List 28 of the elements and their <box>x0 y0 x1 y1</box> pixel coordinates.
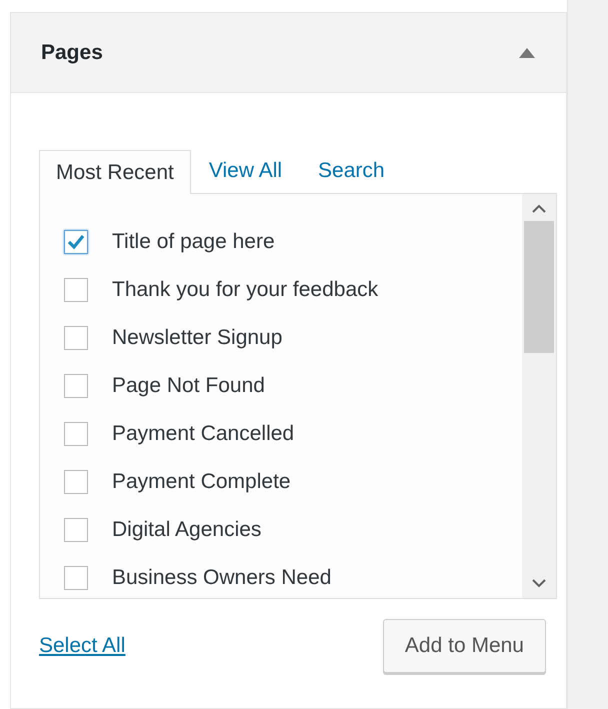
tab[interactable]: Most Recent <box>39 150 191 194</box>
checkbox[interactable] <box>64 470 88 494</box>
checkbox[interactable] <box>64 422 88 446</box>
add-to-menu-button[interactable]: Add to Menu <box>382 619 546 673</box>
page-label: Title of page here <box>112 229 275 256</box>
page-label: Payment Complete <box>112 469 291 496</box>
page-label: Newsletter Signup <box>112 325 282 352</box>
collapse-arrow-icon[interactable] <box>518 46 536 58</box>
page-label: Digital Agencies <box>112 517 262 544</box>
panel-title: Pages <box>41 40 103 66</box>
checkbox[interactable] <box>64 566 88 590</box>
tab[interactable]: View All <box>190 149 300 193</box>
checkbox[interactable] <box>64 518 88 542</box>
checkbox[interactable] <box>64 230 88 254</box>
checkbox[interactable] <box>64 278 88 302</box>
page-label: Thank you for your feedback <box>112 277 378 304</box>
scroll-down-icon[interactable] <box>532 579 546 588</box>
scroll-up-icon[interactable] <box>532 204 546 213</box>
select-all-link[interactable]: Select All <box>39 630 126 662</box>
scrollbar[interactable] <box>522 194 556 598</box>
page-label: Payment Cancelled <box>112 421 294 448</box>
checkbox[interactable] <box>64 326 88 350</box>
page-label: Business Owners Need <box>112 565 332 592</box>
checkbox[interactable] <box>64 374 88 398</box>
checkmark-icon <box>67 234 85 250</box>
scroll-thumb[interactable] <box>524 221 554 353</box>
page-label: Page Not Found <box>112 373 265 400</box>
tab[interactable]: Search <box>300 149 403 193</box>
